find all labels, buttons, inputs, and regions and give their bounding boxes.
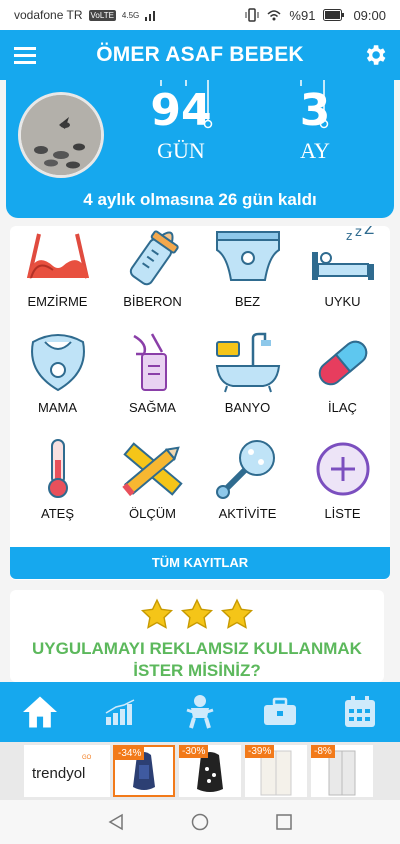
battery-icon <box>323 9 345 21</box>
brand-name: trendyol <box>32 765 86 782</box>
nav-home[interactable] <box>10 688 70 736</box>
discount-badge: -30% <box>179 745 209 758</box>
category-grid: EMZİRME BİBERON BEZ zzZ UYKU MAMA SAĞMA … <box>10 226 390 580</box>
bib-icon <box>30 334 85 392</box>
discount-badge: -34% <box>115 747 145 760</box>
tile-ilac[interactable]: İLAÇ <box>295 332 390 440</box>
milestone-message: 4 aylık olmasına 26 gün kaldı <box>83 190 317 209</box>
svg-text:z: z <box>346 229 352 243</box>
ad-product-wardrobe-2[interactable]: -8% <box>311 745 373 797</box>
home-icon <box>23 696 57 728</box>
pigeons-photo <box>21 95 101 175</box>
tile-bez[interactable]: BEZ <box>200 226 295 334</box>
brand-tag: GO <box>82 755 92 761</box>
star-icon <box>221 598 254 629</box>
tile-label: MAMA <box>38 400 77 415</box>
tile-label: LİSTE <box>324 506 361 521</box>
gear-icon[interactable] <box>362 42 388 68</box>
wifi-icon <box>267 10 281 21</box>
ad-product-carrier[interactable]: -34% <box>113 745 175 797</box>
star-icon <box>140 598 173 629</box>
plus-circle-icon <box>316 442 369 496</box>
avatar[interactable] <box>18 92 104 178</box>
trendyol-logo: trendyol GO <box>24 745 110 797</box>
star-icon <box>180 598 214 629</box>
promo-line-2: İSTER MİSİNİZ? <box>133 661 261 680</box>
ad-banner[interactable]: trendyol GO -34% -30% -39% -8% <box>0 742 400 800</box>
signal-icon <box>145 11 156 21</box>
discount-badge: -39% <box>245 745 275 758</box>
age-panel: 94 GÜN 3 AY 4 aylık olmasına 26 gün kald… <box>6 80 394 218</box>
tile-label: SAĞMA <box>129 400 176 415</box>
battery-label: %91 <box>289 7 316 23</box>
tile-mama[interactable]: MAMA <box>10 332 105 440</box>
tile-liste[interactable]: LİSTE <box>295 438 390 546</box>
pill-icon <box>318 340 367 386</box>
volte-badge: VoLTE <box>88 9 116 21</box>
tile-ates[interactable]: ATEŞ <box>10 438 105 546</box>
promo-line-1: UYGULAMAYI REKLAMSIZ KULLANMAK <box>32 639 362 658</box>
carrier-label: vodafone TR <box>14 8 83 22</box>
rattle-icon <box>215 440 275 499</box>
calendar-icon <box>345 696 375 727</box>
thermometer-icon <box>47 439 68 498</box>
status-bar: vodafone TR VoLTE 4.5G %91 09:00 <box>0 0 400 30</box>
bottom-nav <box>0 682 400 742</box>
bra-icon <box>26 233 89 279</box>
months-unit: AY <box>300 138 330 163</box>
svg-text:Z: Z <box>364 226 374 238</box>
ad-product-carrier-2[interactable]: -30% <box>179 745 241 797</box>
nav-baby[interactable] <box>170 688 230 736</box>
tile-label: EMZİRME <box>27 294 88 309</box>
days-unit: GÜN <box>157 138 205 163</box>
tile-biberon[interactable]: BİBERON <box>105 226 200 334</box>
briefcase-icon <box>264 697 296 725</box>
nav-calendar[interactable] <box>330 688 390 736</box>
nav-bag[interactable] <box>250 688 310 736</box>
ruler-pencil-icon <box>121 442 183 497</box>
vibrate-icon <box>245 8 259 22</box>
hanging-ornament-icon <box>300 80 329 129</box>
breast-pump-icon <box>132 333 167 391</box>
tile-uyku[interactable]: zzZ UYKU <box>295 226 390 334</box>
tile-sagma[interactable]: SAĞMA <box>105 332 200 440</box>
tile-label: BEZ <box>234 294 261 309</box>
app-bar: ÖMER ASAF BEBEK <box>0 30 400 80</box>
hanging-ornament-icon <box>160 80 213 129</box>
tile-label: ÖLÇÜM <box>129 506 176 521</box>
baby-icon <box>186 695 214 729</box>
tile-aktivite[interactable]: AKTİVİTE <box>200 438 295 546</box>
baby-bottle-icon <box>129 230 179 286</box>
hamburger-icon[interactable] <box>14 45 38 65</box>
nav-stats[interactable] <box>90 688 150 736</box>
recents-icon[interactable] <box>275 813 293 831</box>
discount-badge: -8% <box>311 745 335 758</box>
tile-olcum[interactable]: ÖLÇÜM <box>105 438 200 546</box>
baby-name-title: ÖMER ASAF BEBEK <box>96 43 304 66</box>
star-rating <box>10 598 384 637</box>
system-navigation <box>0 800 400 844</box>
back-icon[interactable] <box>107 813 125 831</box>
network-label: 4.5G <box>121 10 140 20</box>
tile-label: ATEŞ <box>41 506 74 521</box>
tile-label: UYKU <box>324 294 361 309</box>
tile-banyo[interactable]: BANYO <box>200 332 295 440</box>
tile-label: BİBERON <box>123 294 182 309</box>
home-circle-icon[interactable] <box>191 813 209 831</box>
ad-free-promo[interactable]: UYGULAMAYI REKLAMSIZ KULLANMAK İSTER MİS… <box>10 590 384 682</box>
clock-label: 09:00 <box>353 7 386 23</box>
ad-product-wardrobe[interactable]: -39% <box>245 745 307 797</box>
svg-text:z: z <box>355 226 362 240</box>
sleep-bed-icon: zzZ <box>311 226 374 280</box>
all-records-button[interactable]: TÜM KAYITLAR <box>10 547 390 579</box>
tile-label: BANYO <box>224 400 271 415</box>
bathtub-icon <box>215 332 280 393</box>
diaper-icon <box>215 231 280 281</box>
tile-emzirme[interactable]: EMZİRME <box>10 226 105 334</box>
tile-label: İLAÇ <box>328 400 357 415</box>
bar-chart-icon <box>105 699 135 725</box>
tile-label: AKTİVİTE <box>218 506 277 521</box>
